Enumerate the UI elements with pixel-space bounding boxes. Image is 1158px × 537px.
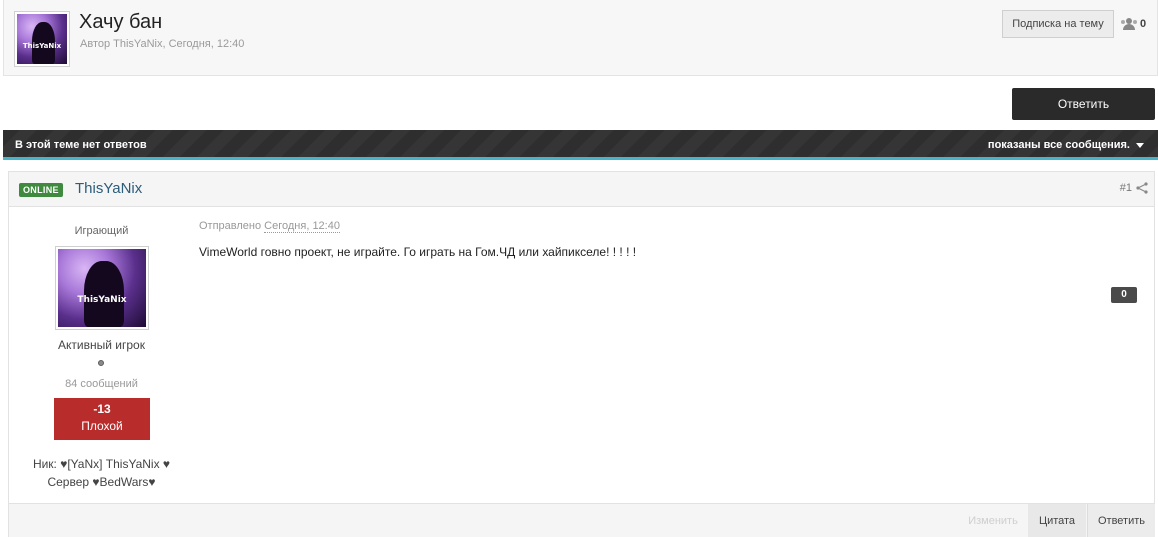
user-post-count: 84 сообщений (65, 378, 138, 390)
post-number-link[interactable]: #1 (1120, 182, 1148, 194)
share-icon (1136, 182, 1148, 194)
people-icon (1121, 18, 1137, 30)
post-number: #1 (1119, 182, 1132, 194)
follow-topic-button[interactable]: Подписка на тему (1002, 10, 1114, 38)
posted-prefix: Отправлено (199, 220, 262, 232)
reply-button[interactable]: Ответить (1012, 88, 1155, 120)
filter-dropdown[interactable]: показаны все сообщения. (988, 139, 1144, 151)
quote-button[interactable]: Цитата (1028, 504, 1086, 537)
online-badge: ONLINE (19, 183, 63, 197)
field-nick: Ник: ♥[YaNx] ThisYaNix ♥ (32, 457, 171, 471)
topic-date: Сегодня, 12:40 (168, 38, 245, 50)
avatar-image: ThisYaNix (58, 249, 146, 327)
avatar-image: ThisYaNix (17, 14, 67, 64)
topic-meta: Автор ThisYaNix, Сегодня, 12:40 (80, 38, 244, 50)
no-replies-text: В этой теме нет ответов (15, 139, 147, 151)
custom-fields: Ник: ♥[YaNx] ThisYaNix ♥ Сервер ♥BedWars… (9, 455, 194, 491)
reputation-label: Плохой (81, 419, 123, 433)
chevron-down-icon (1136, 142, 1144, 148)
post-reply-button[interactable]: Ответить (1087, 504, 1155, 537)
avatar-signature: ThisYaNix (22, 42, 62, 50)
user-title: Играющий (74, 225, 129, 237)
followers-count[interactable]: 0 (1121, 18, 1146, 30)
avatar-signature: ThisYaNix (77, 295, 127, 306)
post: ONLINE ThisYaNix #1 Играющий ThisYaNix А… (8, 171, 1155, 537)
post-meta: Отправлено Сегодня, 12:40 (199, 220, 340, 233)
reputation-value: -13 (93, 402, 111, 416)
filter-label: показаны все сообщения. (987, 139, 1130, 151)
topic-author-link[interactable]: ThisYaNix, (113, 38, 165, 50)
reputation-badge: -13 Плохой (54, 398, 150, 440)
topic-author-avatar[interactable]: ThisYaNix (14, 11, 70, 67)
followers-number: 0 (1140, 18, 1147, 30)
post-footer: Изменить Цитата Ответить (9, 503, 1155, 537)
user-rank: Активный игрок (58, 338, 145, 352)
post-body: VimeWorld говно проект, не играйте. Го и… (199, 245, 637, 259)
edit-button[interactable]: Изменить (963, 504, 1023, 537)
post-author-avatar[interactable]: ThisYaNix (55, 246, 149, 330)
topic-title: Хачу бан (79, 11, 163, 33)
rank-pip-icon (98, 360, 104, 366)
topic-info-bar: В этой теме нет ответов показаны все соо… (3, 130, 1158, 160)
topic-header: ThisYaNix Хачу бан Автор ThisYaNix, Сего… (3, 0, 1158, 76)
post-reputation-count[interactable]: 0 (1111, 287, 1137, 303)
author-prefix: Автор (80, 38, 111, 50)
field-server: Сервер ♥BedWars♥ (47, 475, 156, 489)
posted-date[interactable]: Сегодня, 12:40 (264, 220, 340, 233)
post-author-link[interactable]: ThisYaNix (75, 180, 142, 197)
post-header: ONLINE ThisYaNix #1 (9, 172, 1154, 207)
